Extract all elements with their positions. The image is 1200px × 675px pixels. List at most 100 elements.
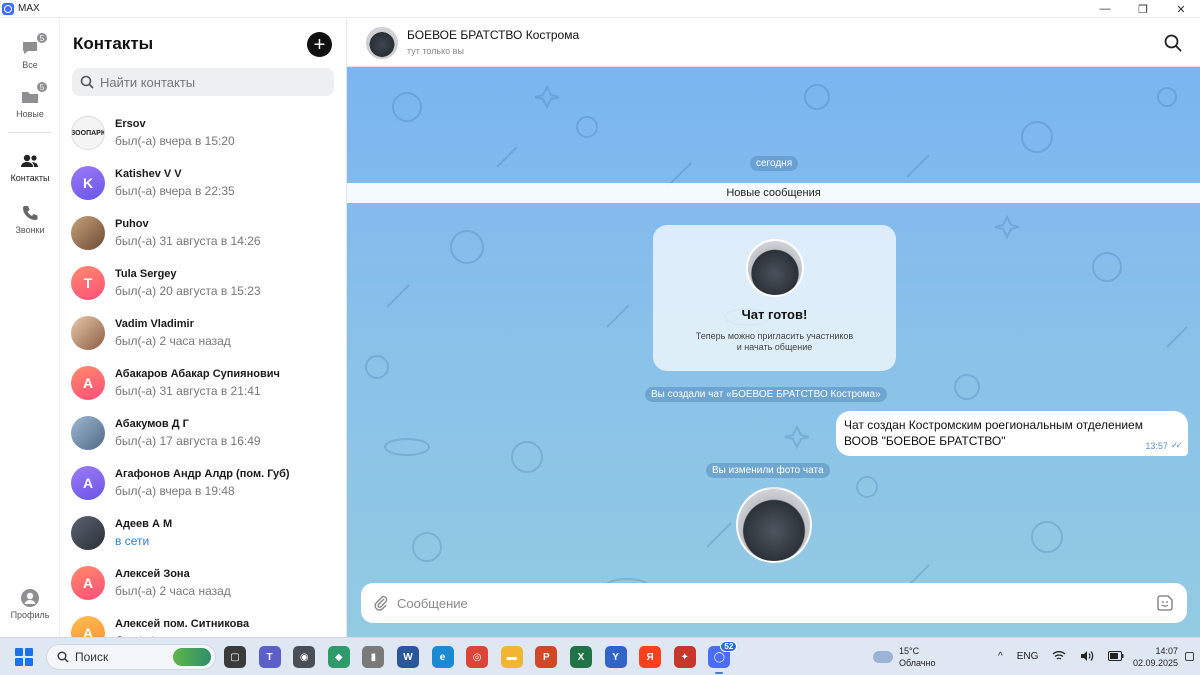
contact-item[interactable]: Puhov был(-а) 31 августа в 14:26 bbox=[60, 208, 346, 258]
contact-name: Алексей пом. Ситникова bbox=[115, 618, 250, 630]
title-bar: MAX — ❐ ✕ bbox=[0, 0, 1200, 18]
outgoing-message[interactable]: Чат создан Костромским роегиональным отд… bbox=[836, 411, 1188, 456]
rail-badge-all: 5 bbox=[36, 32, 48, 44]
taskbar-yandex-icon[interactable]: Я bbox=[639, 646, 662, 668]
contact-item[interactable]: А Агафонов Андр Алдр (пом. Губ) был(-а) вч… bbox=[60, 458, 346, 508]
rail-item-new[interactable]: 5 Новые bbox=[0, 81, 60, 119]
contact-text: Адеев А М в сети bbox=[115, 518, 172, 548]
contact-item[interactable]: А Алексей Зона был(-а) 2 часа назад bbox=[60, 558, 346, 608]
volume-icon[interactable] bbox=[1080, 650, 1094, 662]
chat-created-pill: Вы создали чат «БОЕВОЕ БРАТСТВО Кострома… bbox=[645, 387, 887, 402]
taskbar-search[interactable]: Поиск bbox=[46, 644, 216, 670]
add-contact-button[interactable]: + bbox=[307, 32, 332, 57]
message-composer bbox=[361, 583, 1187, 623]
minimize-button[interactable]: — bbox=[1086, 0, 1124, 18]
chat-title[interactable]: БОЕВОЕ БРАТСТВО Кострома bbox=[407, 28, 579, 42]
profile-icon bbox=[20, 588, 40, 608]
contact-avatar: А bbox=[71, 566, 105, 600]
contacts-search-box[interactable] bbox=[72, 68, 334, 96]
windows-taskbar: Поиск ▢ T ◉ ◆ ▮ We ◎ ▬ P X Y Я ✦ ◯ 52 15°C Облачно ^ E… bbox=[0, 637, 1200, 675]
double-check-icon: ✓✓ bbox=[1170, 440, 1183, 450]
contact-item[interactable]: А Алексей пом. Ситниковабыл(-а) ... bbox=[60, 608, 346, 637]
contact-text: Tula Sergey был(-а) 20 августа в 15:23 bbox=[115, 268, 261, 298]
taskbar-icon-glyph: ▬ bbox=[506, 651, 517, 663]
taskbar-explorer-icon[interactable]: ▬ bbox=[500, 646, 523, 668]
taskbar-maps-icon[interactable]: ◆ bbox=[327, 646, 350, 668]
contact-avatar bbox=[71, 416, 105, 450]
rail-divider bbox=[8, 132, 52, 133]
taskbar-icon-glyph: ◎ bbox=[472, 651, 482, 663]
rail-item-calls[interactable]: Звонки bbox=[0, 203, 60, 235]
contact-text: Алексей Зона был(-а) 2 часа назад bbox=[115, 568, 231, 598]
taskbar-icon-glyph: P bbox=[543, 651, 550, 663]
taskbar-yandex-browser-icon[interactable]: Y bbox=[604, 646, 627, 668]
chat-subtitle: тут только вы bbox=[407, 46, 464, 56]
taskbar-icon-glyph: Y bbox=[612, 651, 619, 663]
start-tile-icon bbox=[15, 658, 23, 666]
contact-status: в сети bbox=[115, 534, 150, 548]
contact-list: ЗООПАРК Ersov был(-а) вчера в 15:20 K Katish… bbox=[60, 108, 346, 637]
ready-card-avatar bbox=[745, 239, 804, 297]
contact-text: Vadim Vladimir был(-а) 2 часа назад bbox=[115, 318, 231, 348]
rail-label-all: Все bbox=[22, 60, 38, 70]
new-messages-divider: Новые сообщения bbox=[347, 183, 1200, 203]
wifi-icon[interactable] bbox=[1052, 650, 1066, 662]
taskbar-teams-icon[interactable]: T bbox=[258, 646, 281, 668]
chat-avatar[interactable] bbox=[366, 27, 398, 59]
ready-card-title: Чат готов! bbox=[741, 307, 808, 322]
taskbar-usb-icon[interactable]: ▮ bbox=[362, 646, 385, 668]
contact-item[interactable]: Vadim Vladimir был(-а) 2 часа назад bbox=[60, 308, 346, 358]
taskbar-game-icon[interactable]: ✦ bbox=[673, 646, 696, 668]
chat-photo-preview[interactable] bbox=[736, 487, 812, 563]
contact-item[interactable]: Абакумов Д Г был(-а) 17 августа в 16:49 bbox=[60, 408, 346, 458]
taskbar-icon-glyph: T bbox=[266, 651, 273, 663]
taskbar-camera-icon[interactable]: ◉ bbox=[293, 646, 316, 668]
rail-label-new: Новые bbox=[16, 109, 44, 119]
rail-item-contacts[interactable]: Контакты bbox=[0, 151, 60, 183]
phone-icon bbox=[20, 203, 40, 223]
notification-icon[interactable] bbox=[1185, 652, 1194, 661]
rail-item-all[interactable]: 5 Все bbox=[0, 32, 60, 70]
contact-status: был(-а) 17 августа в 16:49 bbox=[115, 434, 261, 448]
maximize-button[interactable]: ❐ bbox=[1124, 0, 1162, 18]
taskbar-icon-glyph: Я bbox=[646, 651, 654, 663]
taskbar-excel-icon[interactable]: X bbox=[569, 646, 592, 668]
chat-ready-card: Чат готов! Теперь можно пригласить участ… bbox=[653, 225, 896, 371]
taskbar-clock[interactable]: 14:07 02.09.2025 bbox=[1133, 645, 1178, 669]
ready-card-text-line1: Теперь можно пригласить участников bbox=[695, 331, 854, 341]
contact-item[interactable]: T Tula Sergey был(-а) 20 августа в 15:23 bbox=[60, 258, 346, 308]
message-input[interactable] bbox=[397, 595, 1117, 611]
taskbar-edge-icon[interactable]: e bbox=[431, 646, 454, 668]
taskbar-powerpoint-icon[interactable]: P bbox=[535, 646, 558, 668]
clock-date: 02.09.2025 bbox=[1132, 658, 1178, 668]
taskbar-word-icon[interactable]: W bbox=[396, 646, 419, 668]
contacts-search-input[interactable] bbox=[100, 74, 320, 90]
start-button[interactable] bbox=[15, 648, 33, 666]
contact-avatar bbox=[71, 316, 105, 350]
battery-icon[interactable] bbox=[1108, 651, 1124, 661]
contact-text: Katishev V V был(-а) вчера в 22:35 bbox=[115, 168, 235, 198]
taskbar-task-view-icon[interactable]: ▢ bbox=[224, 646, 246, 668]
search-icon bbox=[80, 75, 94, 89]
chat-search-icon[interactable] bbox=[1164, 34, 1182, 52]
paperclip-icon[interactable] bbox=[373, 595, 389, 611]
contact-name: Адеев А М bbox=[115, 518, 173, 530]
taskbar-chrome-icon[interactable]: ◎ bbox=[466, 646, 489, 668]
taskbar-icon-glyph: ◉ bbox=[299, 651, 309, 663]
contact-item[interactable]: Адеев А М в сети bbox=[60, 508, 346, 558]
rail-item-profile[interactable]: Профиль bbox=[0, 588, 60, 620]
contact-avatar bbox=[71, 516, 105, 550]
language-indicator[interactable]: ENG bbox=[1017, 651, 1039, 662]
cloud-icon bbox=[873, 651, 893, 663]
contact-item[interactable]: K Katishev V V был(-а) вчера в 22:35 bbox=[60, 158, 346, 208]
close-button[interactable]: ✕ bbox=[1162, 0, 1200, 18]
contact-status: был(-а) вчера в 19:48 bbox=[115, 484, 235, 498]
taskbar-max-icon[interactable]: ◯ 52 bbox=[708, 641, 738, 674]
contact-item[interactable]: ЗООПАРК Ersov был(-а) вчера в 15:20 bbox=[60, 108, 346, 158]
contact-text: Абакаров Абакар Супиянович был(-а) 31 авг… bbox=[115, 368, 280, 398]
tray-chevron-icon[interactable]: ^ bbox=[998, 651, 1003, 662]
weather-widget[interactable]: 15°C Облачно bbox=[873, 645, 935, 669]
contact-item[interactable]: А Абакаров Абакар Супиянович был(-а) 31 ав… bbox=[60, 358, 346, 408]
taskbar-icon-glyph: W bbox=[403, 651, 413, 663]
sticker-icon[interactable] bbox=[1157, 595, 1173, 611]
